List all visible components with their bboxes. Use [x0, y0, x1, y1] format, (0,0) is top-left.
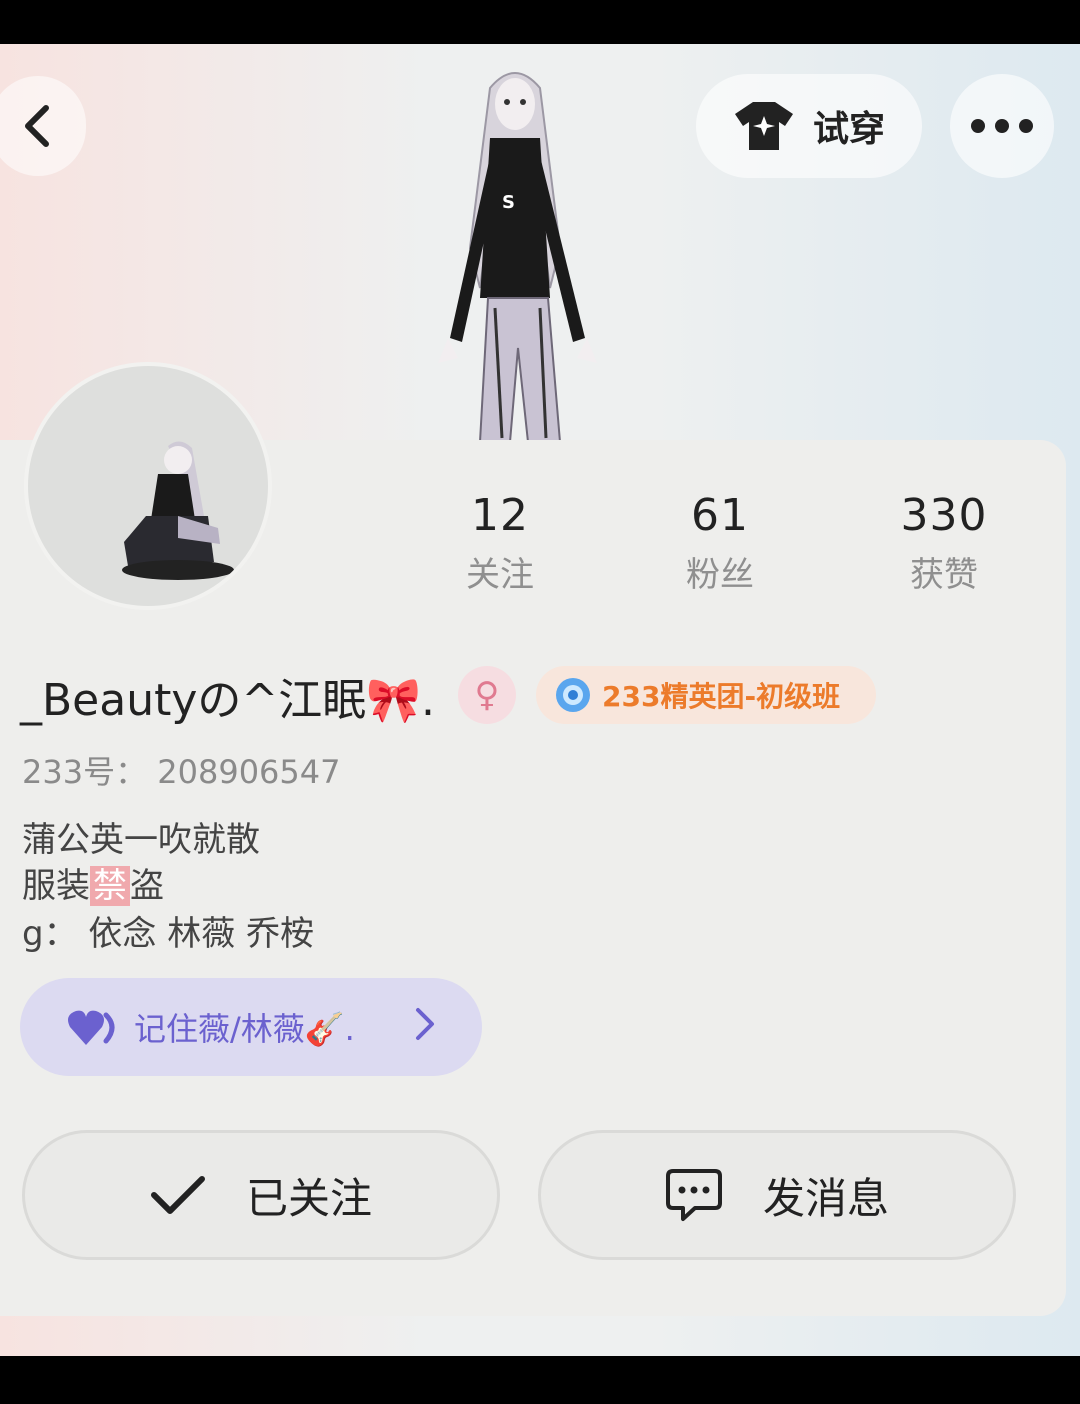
fan-group-label: 记住薇/林薇🎸.: [134, 1010, 355, 1048]
send-message-label: 发消息: [762, 1173, 889, 1223]
try-on-label: 试穿: [812, 109, 885, 150]
ban-emoji: 禁: [90, 866, 130, 906]
send-message-button[interactable]: 发消息: [538, 1130, 1016, 1260]
avatar-figure-image: [122, 441, 234, 580]
username: _Beautyの^江眠🎀.: [20, 675, 436, 726]
stat-value: 61: [691, 490, 749, 541]
gem-badge-icon: [556, 678, 590, 712]
bio-text: 盗: [130, 866, 164, 906]
bio-line-2: 服装禁盗: [22, 858, 164, 907]
avatar[interactable]: [24, 362, 272, 610]
more-dots-icon: [971, 119, 1033, 133]
bio-line-3: g： 依念 林薇 乔桉: [22, 914, 315, 954]
chevron-right-icon: [416, 1008, 434, 1040]
user-id: 233号： 208906547: [22, 753, 341, 791]
stat-following[interactable]: 12 关注: [420, 490, 580, 596]
chat-bubble-icon: [665, 1169, 722, 1221]
stat-label: 粉丝: [686, 555, 754, 595]
avatar-3d-figure: S: [438, 72, 597, 442]
club-badge[interactable]: 233精英团-初级班: [536, 666, 876, 724]
gender-badge: ♀: [458, 666, 516, 724]
stat-label: 获赞: [910, 555, 978, 595]
female-icon: ♀: [474, 675, 500, 715]
svg-text:S: S: [502, 192, 515, 213]
bio-line-1: 蒲公英一吹就散: [22, 820, 260, 860]
tshirt-icon: [734, 102, 793, 150]
stat-followers[interactable]: 61 粉丝: [640, 490, 800, 596]
chevron-left-icon: [25, 105, 49, 147]
bio-text: 服装: [22, 866, 90, 906]
back-button[interactable]: [0, 76, 86, 176]
check-icon: [150, 1176, 205, 1214]
stat-value: 12: [471, 490, 529, 541]
fan-group-button[interactable]: 记住薇/林薇🎸.: [20, 978, 482, 1076]
heart-icon: [68, 1010, 115, 1045]
followed-button[interactable]: 已关注: [22, 1130, 500, 1260]
stat-value: 330: [900, 490, 988, 541]
club-badge-label: 233精英团-初级班: [602, 680, 841, 713]
try-on-button[interactable]: 试穿: [696, 74, 922, 178]
more-button[interactable]: [950, 74, 1054, 178]
profile-screen: S 试穿 12 关注 61 粉丝 330 获赞 _Beautyの^江眠🎀. ♀ …: [0, 44, 1080, 1356]
stat-label: 关注: [466, 555, 534, 595]
followed-label: 已关注: [245, 1173, 372, 1223]
stat-likes[interactable]: 330 获赞: [864, 490, 1024, 596]
